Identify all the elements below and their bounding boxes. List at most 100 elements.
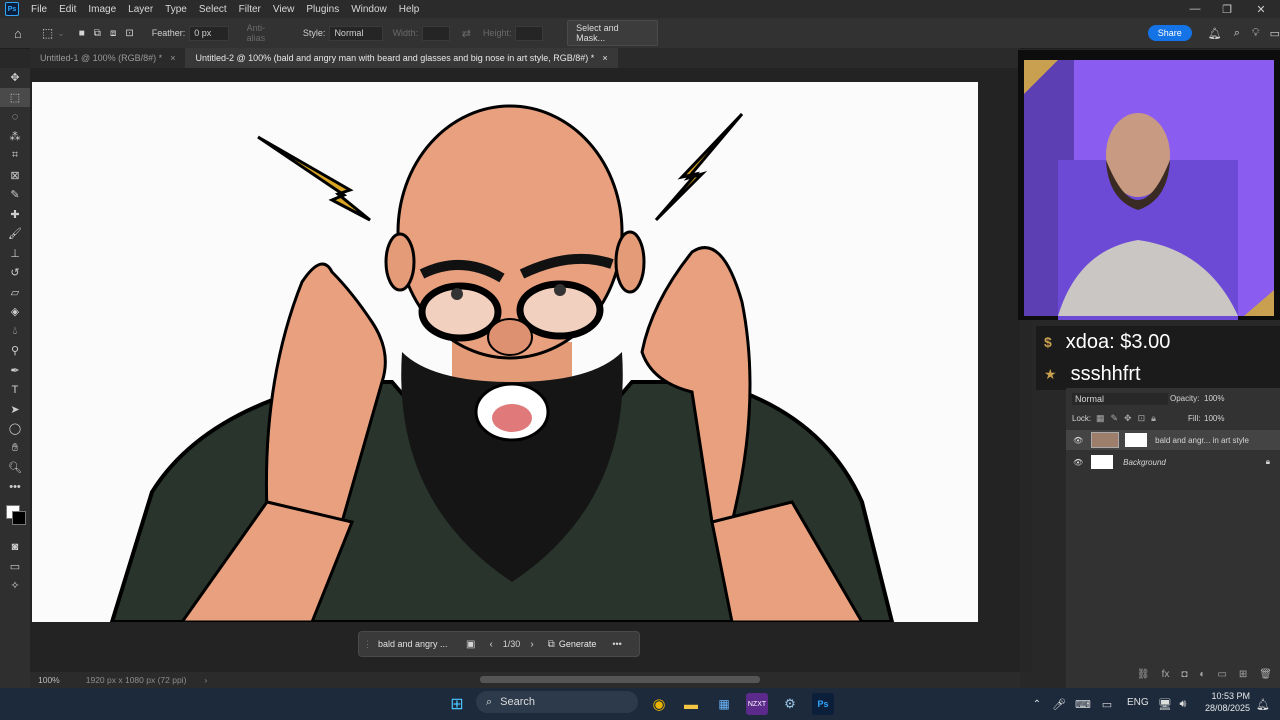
blend-mode-select[interactable]: Normal xyxy=(1072,393,1168,405)
next-icon[interactable]: › xyxy=(530,639,533,650)
opacity-input[interactable]: 100% xyxy=(1204,394,1224,403)
share-button[interactable]: Share xyxy=(1147,25,1192,41)
width-input[interactable] xyxy=(422,25,450,41)
restore-icon[interactable]: ❐ xyxy=(1212,0,1242,18)
fill-input[interactable]: 100% xyxy=(1204,414,1224,423)
menu-select[interactable]: Select xyxy=(193,4,233,15)
menu-help[interactable]: Help xyxy=(393,4,426,15)
group-icon[interactable]: ▭ xyxy=(1217,669,1226,680)
tab-untitled-2[interactable]: Untitled-2 @ 100% (bald and angry man wi… xyxy=(185,48,618,68)
history-brush-tool-icon[interactable]: ↺ xyxy=(0,263,30,283)
menu-view[interactable]: View xyxy=(267,4,301,15)
show-hidden-icons[interactable]: ⌃ xyxy=(1026,693,1048,715)
home-icon[interactable]: ⌂ xyxy=(14,26,22,41)
notifications-icon[interactable]: 🔔︎ xyxy=(1252,693,1274,715)
lightbulb-icon[interactable]: 💡︎ xyxy=(1252,27,1260,40)
close-icon[interactable]: ✕ xyxy=(1246,0,1276,18)
store-icon[interactable]: ▦ xyxy=(713,693,735,715)
magic-wand-tool-icon[interactable]: ⁂ xyxy=(0,127,30,147)
bell-icon[interactable]: 🔔︎ xyxy=(1208,27,1222,40)
add-mask-icon[interactable]: ◘ xyxy=(1181,669,1187,680)
style-select[interactable]: Normal xyxy=(329,25,383,41)
tab-untitled-1[interactable]: Untitled-1 @ 100% (RGB/8#) * × xyxy=(30,48,185,68)
swap-icon[interactable]: ⇄ xyxy=(462,27,471,40)
anti-alias-checkbox[interactable]: Anti-alias xyxy=(247,23,283,43)
eyedropper-tool-icon[interactable]: ✎ xyxy=(0,185,30,205)
workspace-icon[interactable]: ▭ xyxy=(1270,27,1280,40)
menu-window[interactable]: Window xyxy=(345,4,393,15)
select-and-mask-button[interactable]: Select and Mask... xyxy=(567,20,658,46)
layer-row-generated[interactable]: 👁︎ bald and angr... in art style xyxy=(1066,430,1280,450)
subtract-selection-icon[interactable]: ⧈ xyxy=(110,28,116,39)
variations-icon[interactable]: ▣ xyxy=(466,639,475,650)
crop-tool-icon[interactable]: ⌗ xyxy=(0,146,30,166)
chevron-down-icon[interactable]: ⌄ xyxy=(57,28,65,39)
shape-tool-icon[interactable]: ◯ xyxy=(0,419,30,439)
steam-icon[interactable]: ⚙ xyxy=(779,693,801,715)
horizontal-scrollbar[interactable] xyxy=(480,676,760,683)
screen-mode-icon[interactable]: ▭ xyxy=(0,557,30,577)
menu-filter[interactable]: Filter xyxy=(233,4,267,15)
menu-image[interactable]: Image xyxy=(82,4,122,15)
paint-bucket-tool-icon[interactable]: ◈ xyxy=(0,302,30,322)
document-canvas[interactable] xyxy=(32,82,978,622)
previous-icon[interactable]: ‹ xyxy=(489,639,492,650)
prompt-field[interactable]: bald and angry ... xyxy=(378,639,450,649)
zoom-level[interactable]: 100% xyxy=(38,675,60,685)
dodge-tool-icon[interactable]: ⚲ xyxy=(0,341,30,361)
link-layers-icon[interactable]: ⛓︎ xyxy=(1137,669,1150,680)
marquee-preset-icon[interactable]: ⬚ xyxy=(42,26,53,40)
lock-icons[interactable]: ▦✎✥⊡🔒︎ xyxy=(1096,413,1162,424)
drag-handle-icon[interactable]: ⋮ xyxy=(363,639,372,650)
zoom-tool-icon[interactable]: 🔍︎ xyxy=(0,458,30,478)
chrome-icon[interactable]: ◉ xyxy=(648,693,670,715)
minimize-icon[interactable]: — xyxy=(1180,0,1210,18)
nzxt-icon[interactable]: NZXT xyxy=(746,693,768,715)
height-input[interactable] xyxy=(515,25,544,41)
photoshop-taskbar-icon[interactable]: Ps xyxy=(812,693,834,715)
fx-icon[interactable]: fx xyxy=(1162,669,1170,680)
keyboard-icon[interactable]: ⌨ xyxy=(1072,693,1094,715)
type-tool-icon[interactable]: T xyxy=(0,380,30,400)
layer-row-background[interactable]: 👁︎ Background 🔒︎ xyxy=(1066,452,1280,472)
menu-plugins[interactable]: Plugins xyxy=(300,4,345,15)
brush-tool-icon[interactable]: 🖌︎ xyxy=(0,224,30,244)
start-icon[interactable]: ⊞ xyxy=(446,693,468,715)
menu-file[interactable]: File xyxy=(25,4,53,15)
status-menu-arrow-icon[interactable]: › xyxy=(204,675,207,685)
menu-layer[interactable]: Layer xyxy=(122,4,159,15)
quick-mask-icon[interactable]: ◙ xyxy=(0,537,30,557)
more-options-icon[interactable]: ••• xyxy=(612,639,621,649)
clock[interactable]: 10:53 PM 28/08/2025 xyxy=(1200,690,1250,714)
add-selection-icon[interactable]: ⧉ xyxy=(94,28,101,39)
more-tools-icon[interactable]: ••• xyxy=(0,478,30,498)
marquee-tool-icon[interactable]: ⬚ xyxy=(0,87,30,107)
volume-icon[interactable]: 🔊︎ xyxy=(1172,693,1194,715)
tab-close-icon[interactable]: × xyxy=(170,53,175,63)
generative-icon[interactable]: ✧ xyxy=(0,576,30,596)
new-layer-icon[interactable]: ⊞ xyxy=(1239,669,1247,680)
path-selection-tool-icon[interactable]: ➤ xyxy=(0,400,30,420)
language-indicator[interactable]: ENG xyxy=(1127,697,1149,708)
visibility-eye-icon[interactable]: 👁︎ xyxy=(1073,458,1083,467)
search-icon[interactable]: ⌕ xyxy=(1234,27,1240,40)
hand-tool-icon[interactable]: ✋︎ xyxy=(0,439,30,459)
display-icon[interactable]: ▭ xyxy=(1096,693,1118,715)
frame-tool-icon[interactable]: ⊠ xyxy=(0,166,30,186)
menu-type[interactable]: Type xyxy=(159,4,193,15)
visibility-eye-icon[interactable]: 👁︎ xyxy=(1073,436,1083,445)
generate-button[interactable]: Generate xyxy=(559,639,597,649)
eraser-tool-icon[interactable]: ▱ xyxy=(0,283,30,303)
stamp-tool-icon[interactable]: ⊥ xyxy=(0,244,30,264)
pen-tool-icon[interactable]: ✒ xyxy=(0,361,30,381)
new-selection-icon[interactable]: ■ xyxy=(79,28,85,39)
color-swatches[interactable] xyxy=(0,497,30,537)
menu-edit[interactable]: Edit xyxy=(53,4,82,15)
feather-input[interactable]: 0 px xyxy=(189,25,229,41)
lasso-tool-icon[interactable]: ◌ xyxy=(0,107,30,127)
healing-brush-tool-icon[interactable]: ✚ xyxy=(0,205,30,225)
background-color-swatch[interactable] xyxy=(12,511,26,525)
file-explorer-icon[interactable]: ▬ xyxy=(680,693,702,715)
taskbar-search[interactable]: ⌕ Search xyxy=(476,691,638,713)
microphone-icon[interactable]: 🎤︎ xyxy=(1048,693,1070,715)
